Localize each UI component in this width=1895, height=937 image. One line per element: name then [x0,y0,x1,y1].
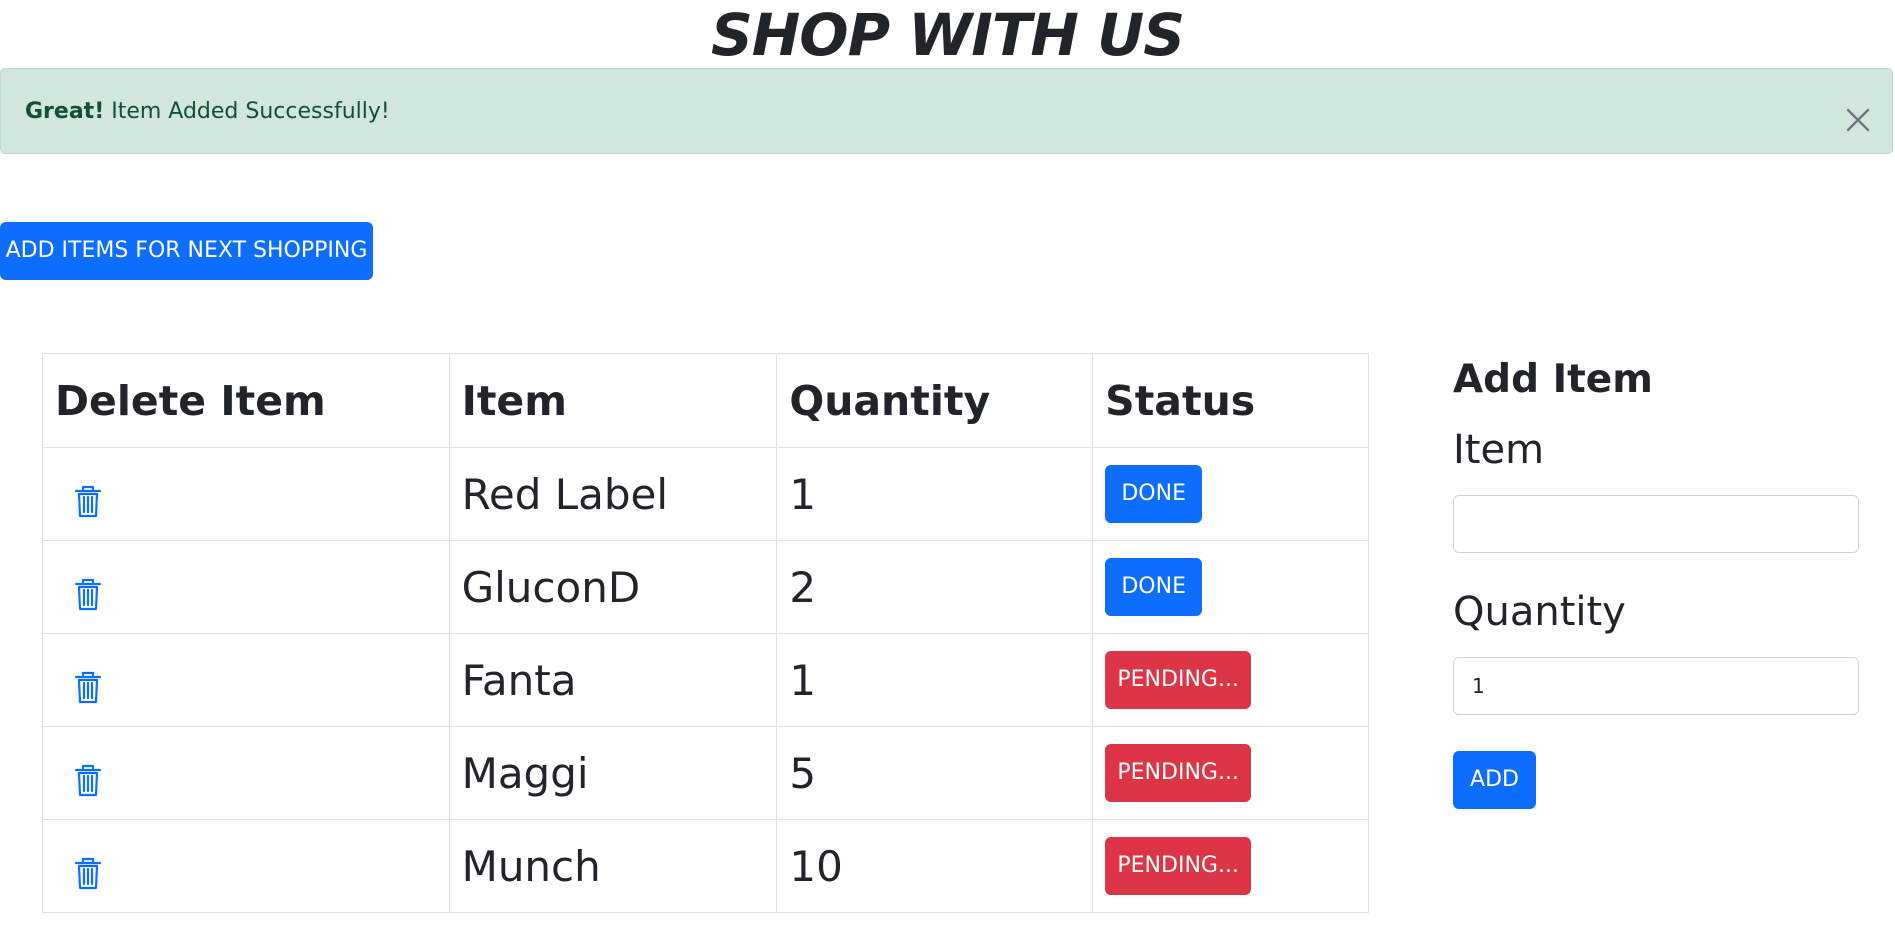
item-cell: GluconD [448,540,778,634]
add-items-next-shopping-button[interactable]: ADD ITEMS FOR NEXT SHOPPING [0,222,373,280]
quantity-cell: 10 [776,819,1094,913]
trash-icon[interactable] [73,480,103,518]
delete-cell [42,447,450,541]
item-field-label: Item [1453,427,1545,473]
table-row: GluconD 2 DONE [42,540,1369,634]
quantity-cell: 5 [776,726,1094,820]
success-alert: Great! Item Added Successfully! [0,68,1893,154]
table-row: Maggi 5 PENDING... [42,726,1369,820]
trash-icon[interactable] [73,666,103,704]
status-button[interactable]: DONE [1105,465,1203,523]
item-cell: Red Label [448,447,778,541]
trash-icon[interactable] [73,573,103,611]
quantity-field-label: Quantity [1453,589,1626,635]
status-cell: PENDING... [1092,726,1369,820]
status-button[interactable]: PENDING... [1105,651,1252,709]
item-cell: Fanta [448,633,778,727]
item-input[interactable] [1453,495,1859,553]
trash-icon[interactable] [73,852,103,890]
add-button[interactable]: ADD [1453,751,1536,809]
add-item-heading: Add Item [1453,357,1653,402]
delete-cell [42,726,450,820]
header-delete-item: Delete Item [42,353,450,448]
header-quantity: Quantity [776,353,1094,448]
close-icon[interactable] [1838,91,1878,132]
quantity-cell: 1 [776,633,1094,727]
item-cell: Munch [448,819,778,913]
delete-cell [42,819,450,913]
page-title: SHOP WITH US [710,1,1185,69]
status-cell: DONE [1092,540,1369,634]
alert-strong-text: Great! [25,99,105,124]
delete-cell [42,540,450,634]
quantity-input[interactable] [1453,657,1859,715]
table-row: Munch 10 PENDING... [42,819,1369,913]
status-button[interactable]: DONE [1105,558,1203,616]
item-cell: Maggi [448,726,778,820]
header-item: Item [448,353,778,448]
status-button[interactable]: PENDING... [1105,837,1252,895]
quantity-cell: 1 [776,447,1094,541]
table-row: Fanta 1 PENDING... [42,633,1369,727]
quantity-cell: 2 [776,540,1094,634]
header-status: Status [1092,353,1369,448]
status-cell: DONE [1092,447,1369,541]
table-row: Red Label 1 DONE [42,447,1369,541]
status-cell: PENDING... [1092,633,1369,727]
table-header-row: Delete Item Item Quantity Status [42,353,1369,448]
status-cell: PENDING... [1092,819,1369,913]
trash-icon[interactable] [73,759,103,797]
status-button[interactable]: PENDING... [1105,744,1252,802]
items-table: Delete Item Item Quantity Status Red Lab… [42,353,1369,913]
alert-message: Item Added Successfully! [111,99,390,124]
page: SHOP WITH US Great! Item Added Successfu… [0,0,1895,937]
delete-cell [42,633,450,727]
